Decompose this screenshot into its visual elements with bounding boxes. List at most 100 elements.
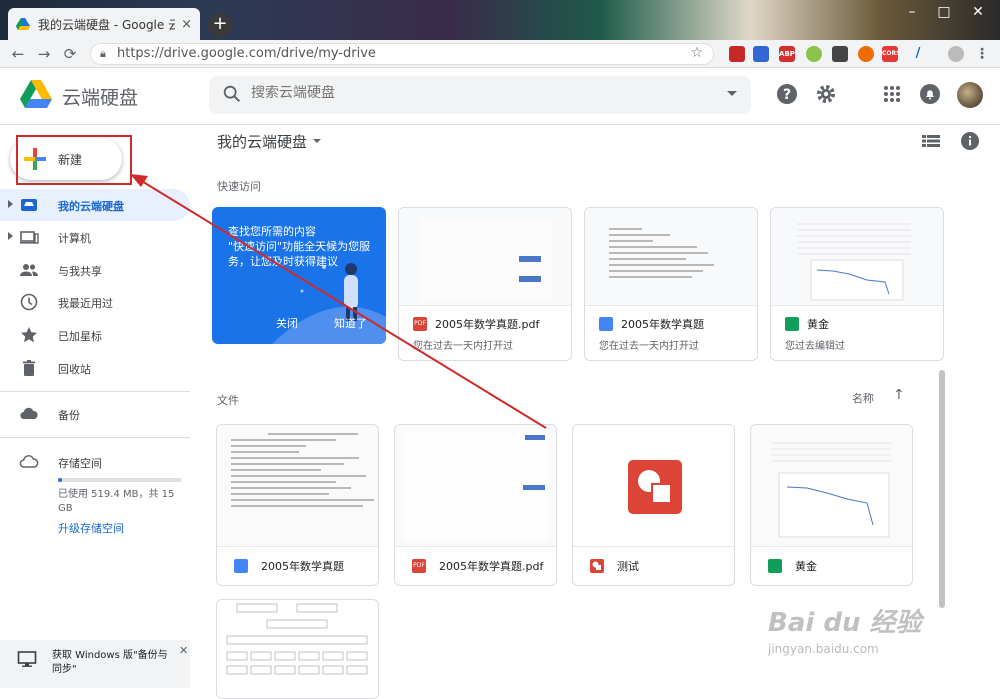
adblock-icon[interactable]: ABP	[779, 46, 795, 62]
file-card[interactable]: 测试	[572, 424, 735, 586]
sidebar-divider	[0, 391, 190, 392]
storage-progress-bar	[58, 478, 182, 482]
forward-arrow-icon[interactable]: →	[34, 44, 54, 64]
cors-extension-icon[interactable]: CORS	[882, 46, 900, 62]
expand-caret-icon[interactable]	[8, 232, 13, 240]
watermark-url: jingyan.baidu.com	[768, 642, 879, 656]
maximize-button[interactable]: □	[928, 0, 960, 24]
file-card[interactable]	[216, 599, 379, 699]
sheet-thumbnail	[771, 208, 943, 306]
extension-dark-icon[interactable]	[832, 46, 848, 62]
cloud-icon	[20, 407, 38, 420]
info-icon[interactable]	[960, 131, 980, 151]
pdf-file-icon: PDF	[412, 559, 426, 573]
reload-icon[interactable]: ⟳	[60, 44, 80, 64]
sidebar-item-label: 我的云端硬盘	[58, 200, 124, 213]
address-bar[interactable]: 🔒︎ https://drive.google.com/drive/my-dri…	[90, 43, 714, 65]
promo-close-button[interactable]: 关闭	[276, 315, 298, 331]
search-options-icon[interactable]	[727, 91, 737, 96]
page-title[interactable]: 我的云端硬盘	[217, 131, 307, 152]
sidebar-item-label: 已加星标	[58, 330, 102, 343]
bookmark-star-icon[interactable]: ☆	[690, 43, 703, 63]
account-avatar[interactable]	[957, 82, 983, 108]
extension-slash-icon[interactable]: /	[910, 46, 926, 62]
extension-green-icon[interactable]	[806, 46, 822, 62]
help-icon[interactable]: ?	[775, 82, 799, 106]
sidebar-item-recent[interactable]: 我最近用过	[0, 286, 190, 318]
drive-icon	[21, 199, 37, 211]
upgrade-storage-link[interactable]: 升级存储空间	[58, 520, 124, 536]
search-input[interactable]	[251, 85, 711, 101]
pdf-thumbnail	[399, 208, 571, 306]
sheet-preview-icon	[797, 223, 911, 301]
extension-translate-icon[interactable]	[753, 46, 769, 62]
extension-red-icon[interactable]	[729, 46, 745, 62]
storage-used-text: 已使用 519.4 MB，共 15 GB	[58, 489, 175, 514]
computer-icon	[20, 231, 39, 244]
back-arrow-icon[interactable]: ←	[8, 44, 28, 64]
file-activity: 您过去编辑过	[785, 341, 845, 352]
file-name: 2005年数学真题.pdf	[439, 560, 544, 573]
settings-gear-icon[interactable]	[814, 82, 838, 106]
drawing-large-icon	[628, 460, 682, 514]
quick-access-label: 快速访问	[217, 180, 261, 193]
sidebar-item-backups[interactable]: 备份	[0, 398, 190, 430]
title-dropdown-icon[interactable]	[313, 139, 321, 143]
doc-thumbnail	[217, 425, 378, 547]
sheet-preview-icon	[771, 442, 891, 538]
annotation-highlight-box	[16, 135, 132, 185]
search-icon[interactable]	[221, 83, 243, 105]
close-window-button[interactable]: ✕	[962, 0, 994, 24]
doc-file-icon	[234, 559, 248, 573]
pdf-file-icon: PDF	[413, 317, 427, 331]
quick-access-card[interactable]: 2005年数学真题 您在过去一天内打开过	[584, 207, 758, 361]
lock-icon: 🔒︎	[100, 47, 106, 60]
file-name: 2005年数学真题	[261, 560, 344, 573]
scrollbar-thumb[interactable]	[939, 370, 945, 608]
sidebar-item-storage[interactable]: 存储空间	[0, 446, 190, 478]
sidebar-item-trash[interactable]: 回收站	[0, 352, 190, 384]
sidebar-item-label: 备份	[58, 409, 80, 422]
file-card[interactable]: PDF 2005年数学真题.pdf	[394, 424, 557, 586]
list-view-icon[interactable]	[922, 133, 940, 149]
file-card[interactable]: 黄金	[750, 424, 913, 586]
profile-icon[interactable]	[948, 46, 964, 62]
file-name: 黄金	[795, 560, 817, 573]
drive-logo-icon[interactable]	[20, 79, 52, 109]
flowchart-thumbnail	[226, 603, 368, 675]
watermark-title: Bai du 经验	[768, 608, 922, 638]
close-icon[interactable]: ✕	[179, 644, 188, 657]
new-tab-button[interactable]: +	[208, 13, 232, 37]
promo-text: 查找您所需的内容 "快速访问"功能全天候为您服务，让您及时获得建议	[228, 225, 371, 268]
trash-icon	[23, 360, 35, 376]
apps-grid-icon[interactable]	[880, 82, 904, 106]
backup-sync-banner[interactable]: 获取 Windows 版"备份与同步" ✕	[0, 640, 190, 688]
tab-title: 我的云端硬盘 - Google 云端硬盘	[38, 17, 176, 32]
sort-direction-arrow-icon[interactable]: ↑	[893, 387, 905, 403]
quick-access-card[interactable]: PDF 2005年数学真题.pdf 您在过去一天内打开过	[398, 207, 572, 361]
sidebar-divider	[0, 437, 190, 438]
browser-tab[interactable]: 我的云端硬盘 - Google 云端硬盘 ×	[8, 8, 200, 40]
extension-orange-icon[interactable]	[858, 46, 874, 62]
notifications-bell-icon[interactable]	[918, 82, 942, 106]
sidebar-item-shared[interactable]: 与我共享	[0, 254, 190, 286]
chrome-menu-icon[interactable]: ⋮	[974, 46, 990, 62]
search-bar[interactable]	[209, 76, 751, 114]
expand-caret-icon[interactable]	[8, 200, 13, 208]
minimize-button[interactable]: –	[896, 0, 928, 24]
url-text: https://drive.google.com/drive/my-drive	[117, 46, 376, 61]
sheet-file-icon	[768, 559, 782, 573]
promo-got-it-button[interactable]: 知道了	[334, 315, 367, 331]
tab-close-icon[interactable]: ×	[181, 17, 192, 32]
cloud-outline-icon	[19, 455, 39, 468]
monitor-icon	[17, 651, 37, 667]
product-name[interactable]: 云端硬盘	[62, 83, 138, 110]
sidebar-item-my-drive[interactable]: 我的云端硬盘	[0, 189, 190, 221]
file-card[interactable]: 2005年数学真题	[216, 424, 379, 586]
sidebar-item-starred[interactable]: 已加星标	[0, 319, 190, 351]
sidebar-item-computers[interactable]: 计算机	[0, 221, 190, 253]
sort-by-name-button[interactable]: 名称	[852, 390, 874, 406]
backup-banner-text[interactable]: 获取 Windows 版"备份与同步"	[52, 649, 170, 677]
quick-access-card[interactable]: 黄金 您过去编辑过	[770, 207, 944, 361]
file-name: 2005年数学真题.pdf	[435, 318, 540, 331]
